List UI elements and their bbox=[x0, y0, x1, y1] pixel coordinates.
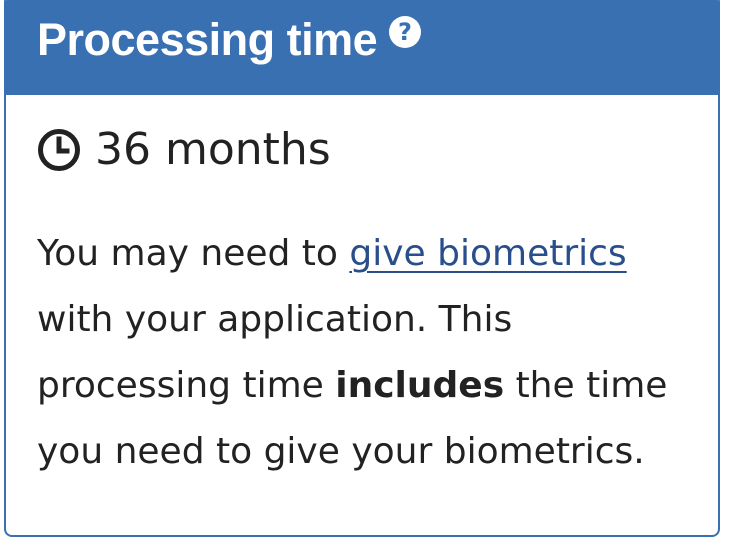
duration-value: 36 months bbox=[95, 124, 331, 175]
processing-description: You may need to give biometrics with you… bbox=[37, 221, 707, 485]
description-text-start: You may need to bbox=[37, 233, 350, 274]
processing-duration: 36 months bbox=[37, 124, 331, 175]
panel-header: Processing time ? bbox=[6, 0, 718, 95]
help-icon[interactable]: ? bbox=[389, 16, 421, 48]
panel-title: Processing time bbox=[37, 14, 378, 65]
give-biometrics-link[interactable]: give biometrics bbox=[349, 233, 626, 274]
clock-icon bbox=[38, 128, 80, 171]
processing-time-panel: Processing time ? 36 months You may need… bbox=[4, 0, 720, 537]
includes-emphasis: includes bbox=[335, 365, 505, 406]
